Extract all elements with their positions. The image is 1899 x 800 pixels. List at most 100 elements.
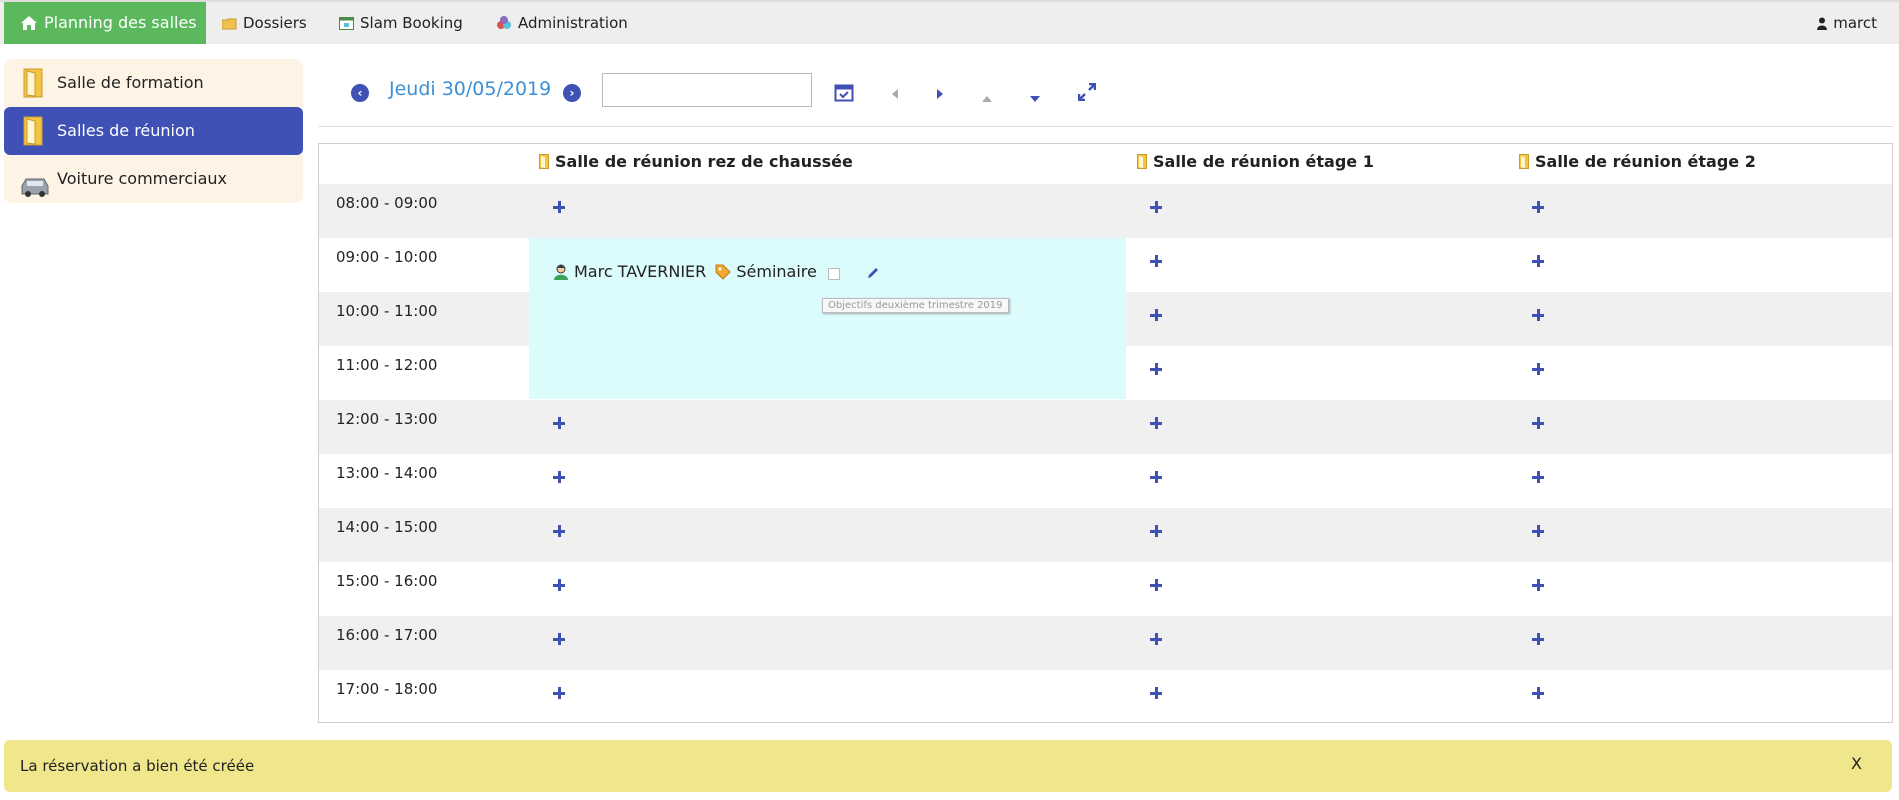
add-booking-icon[interactable] [1150, 309, 1162, 321]
nav-slam-booking-label: Slam Booking [360, 14, 463, 32]
add-booking-icon[interactable] [1532, 687, 1544, 699]
tag-icon [715, 264, 732, 284]
add-booking-icon[interactable] [1150, 579, 1162, 591]
add-booking-icon[interactable] [553, 201, 565, 213]
table-row: 16:00 - 17:00 [319, 616, 1892, 670]
table-row: 12:00 - 13:00 [319, 400, 1892, 454]
nav-administration[interactable]: Administration [496, 2, 628, 44]
close-notification-button[interactable]: X [1851, 754, 1862, 773]
sidebar-item-label: Salles de réunion [57, 121, 195, 140]
calendar-app-icon [339, 4, 354, 46]
column-header-label: Salle de réunion étage 2 [1535, 152, 1756, 171]
sidebar-item-label: Salle de formation [57, 73, 204, 92]
car-icon [20, 169, 50, 217]
nav-dossiers-label: Dossiers [243, 14, 307, 32]
person-icon [553, 264, 569, 284]
time-slot: 14:00 - 15:00 [336, 518, 438, 536]
nav-planning-des-salles[interactable]: Planning des salles [4, 2, 206, 44]
time-slot: 08:00 - 09:00 [336, 194, 438, 212]
next-day-button[interactable]: › [563, 84, 581, 102]
add-booking-icon[interactable] [553, 525, 565, 537]
add-booking-icon[interactable] [1150, 471, 1162, 483]
up-arrow-icon[interactable] [981, 89, 993, 107]
time-slot: 15:00 - 16:00 [336, 572, 438, 590]
next-arrow-icon[interactable] [935, 86, 945, 104]
home-icon [20, 5, 38, 47]
time-slot: 12:00 - 13:00 [336, 410, 438, 428]
add-booking-icon[interactable] [1150, 633, 1162, 645]
table-row: 08:00 - 09:00 [319, 184, 1892, 238]
previous-day-button[interactable]: ‹ [351, 84, 369, 102]
user-name: marct [1833, 14, 1877, 32]
add-booking-icon[interactable] [1150, 363, 1162, 375]
expand-icon[interactable] [1077, 82, 1097, 105]
time-slot: 10:00 - 11:00 [336, 302, 438, 320]
booking-tooltip: Objectifs deuxième trimestre 2019 [822, 298, 1009, 313]
door-icon [1519, 154, 1529, 173]
add-booking-icon[interactable] [1532, 471, 1544, 483]
date-input[interactable] [602, 73, 812, 107]
add-booking-icon[interactable] [1532, 255, 1544, 267]
admin-icon [496, 4, 512, 46]
table-row: 14:00 - 15:00 [319, 508, 1892, 562]
folder-icon [221, 4, 237, 46]
column-header-rez-de-chaussee: Salle de réunion rez de chaussée [539, 152, 853, 173]
column-header-label: Salle de réunion rez de chaussée [555, 152, 853, 171]
add-booking-icon[interactable] [1150, 201, 1162, 213]
add-booking-icon[interactable] [1150, 687, 1162, 699]
time-slot: 11:00 - 12:00 [336, 356, 438, 374]
add-booking-icon[interactable] [553, 687, 565, 699]
add-booking-icon[interactable] [1532, 525, 1544, 537]
sidebar-item-salles-de-reunion[interactable]: Salles de réunion [4, 107, 303, 155]
table-row: 17:00 - 18:00 [319, 670, 1892, 724]
time-slot: 16:00 - 17:00 [336, 626, 438, 644]
booking-category: Séminaire [736, 262, 817, 281]
table-row: 15:00 - 16:00 [319, 562, 1892, 616]
top-navbar: Planning des salles Dossiers Slam Bookin… [0, 0, 1899, 44]
nav-slam-booking[interactable]: Slam Booking [339, 2, 463, 44]
add-booking-icon[interactable] [1532, 363, 1544, 375]
nav-administration-label: Administration [518, 14, 628, 32]
calendar-icon[interactable] [834, 82, 854, 106]
user-icon [1817, 4, 1828, 46]
add-booking-icon[interactable] [553, 471, 565, 483]
add-booking-icon[interactable] [1532, 633, 1544, 645]
edit-pencil-icon[interactable] [866, 265, 880, 284]
note-icon[interactable] [827, 265, 840, 284]
time-slot: 17:00 - 18:00 [336, 680, 438, 698]
door-icon [1137, 154, 1147, 173]
booking-summary: Marc TAVERNIER Séminaire [553, 262, 885, 284]
add-booking-icon[interactable] [1150, 255, 1162, 267]
door-icon [539, 154, 549, 173]
current-date[interactable]: Jeudi 30/05/2019 [389, 78, 551, 100]
column-header-etage-2: Salle de réunion étage 2 [1519, 152, 1756, 173]
booking-block[interactable]: Marc TAVERNIER Séminaire [529, 238, 1126, 399]
add-booking-icon[interactable] [1532, 309, 1544, 321]
column-header-etage-1: Salle de réunion étage 1 [1137, 152, 1374, 173]
booking-grid: Salle de réunion rez de chaussée Salle d… [318, 143, 1893, 723]
sidebar-item-voiture-commerciaux[interactable]: Voiture commerciaux [4, 155, 303, 203]
add-booking-icon[interactable] [553, 579, 565, 591]
add-booking-icon[interactable] [553, 417, 565, 429]
booking-person: Marc TAVERNIER [574, 262, 707, 281]
nav-home-label: Planning des salles [44, 13, 197, 32]
notification-message: La réservation a bien été créée [20, 757, 255, 775]
success-notification: La réservation a bien été créée X [4, 740, 1892, 792]
column-header-label: Salle de réunion étage 1 [1153, 152, 1374, 171]
time-slot: 13:00 - 14:00 [336, 464, 438, 482]
add-booking-icon[interactable] [1150, 525, 1162, 537]
add-booking-icon[interactable] [1532, 417, 1544, 429]
user-menu[interactable]: marct [1817, 2, 1877, 44]
time-slot: 09:00 - 10:00 [336, 248, 438, 266]
add-booking-icon[interactable] [553, 633, 565, 645]
nav-dossiers[interactable]: Dossiers [221, 2, 307, 46]
previous-arrow-icon[interactable] [890, 86, 900, 104]
add-booking-icon[interactable] [1532, 201, 1544, 213]
add-booking-icon[interactable] [1532, 579, 1544, 591]
down-arrow-icon[interactable] [1029, 89, 1041, 107]
table-row: 13:00 - 14:00 [319, 454, 1892, 508]
add-booking-icon[interactable] [1150, 417, 1162, 429]
sidebar-item-label: Voiture commerciaux [57, 169, 227, 188]
sidebar-item-salle-de-formation[interactable]: Salle de formation [4, 59, 303, 107]
divider [318, 126, 1893, 127]
